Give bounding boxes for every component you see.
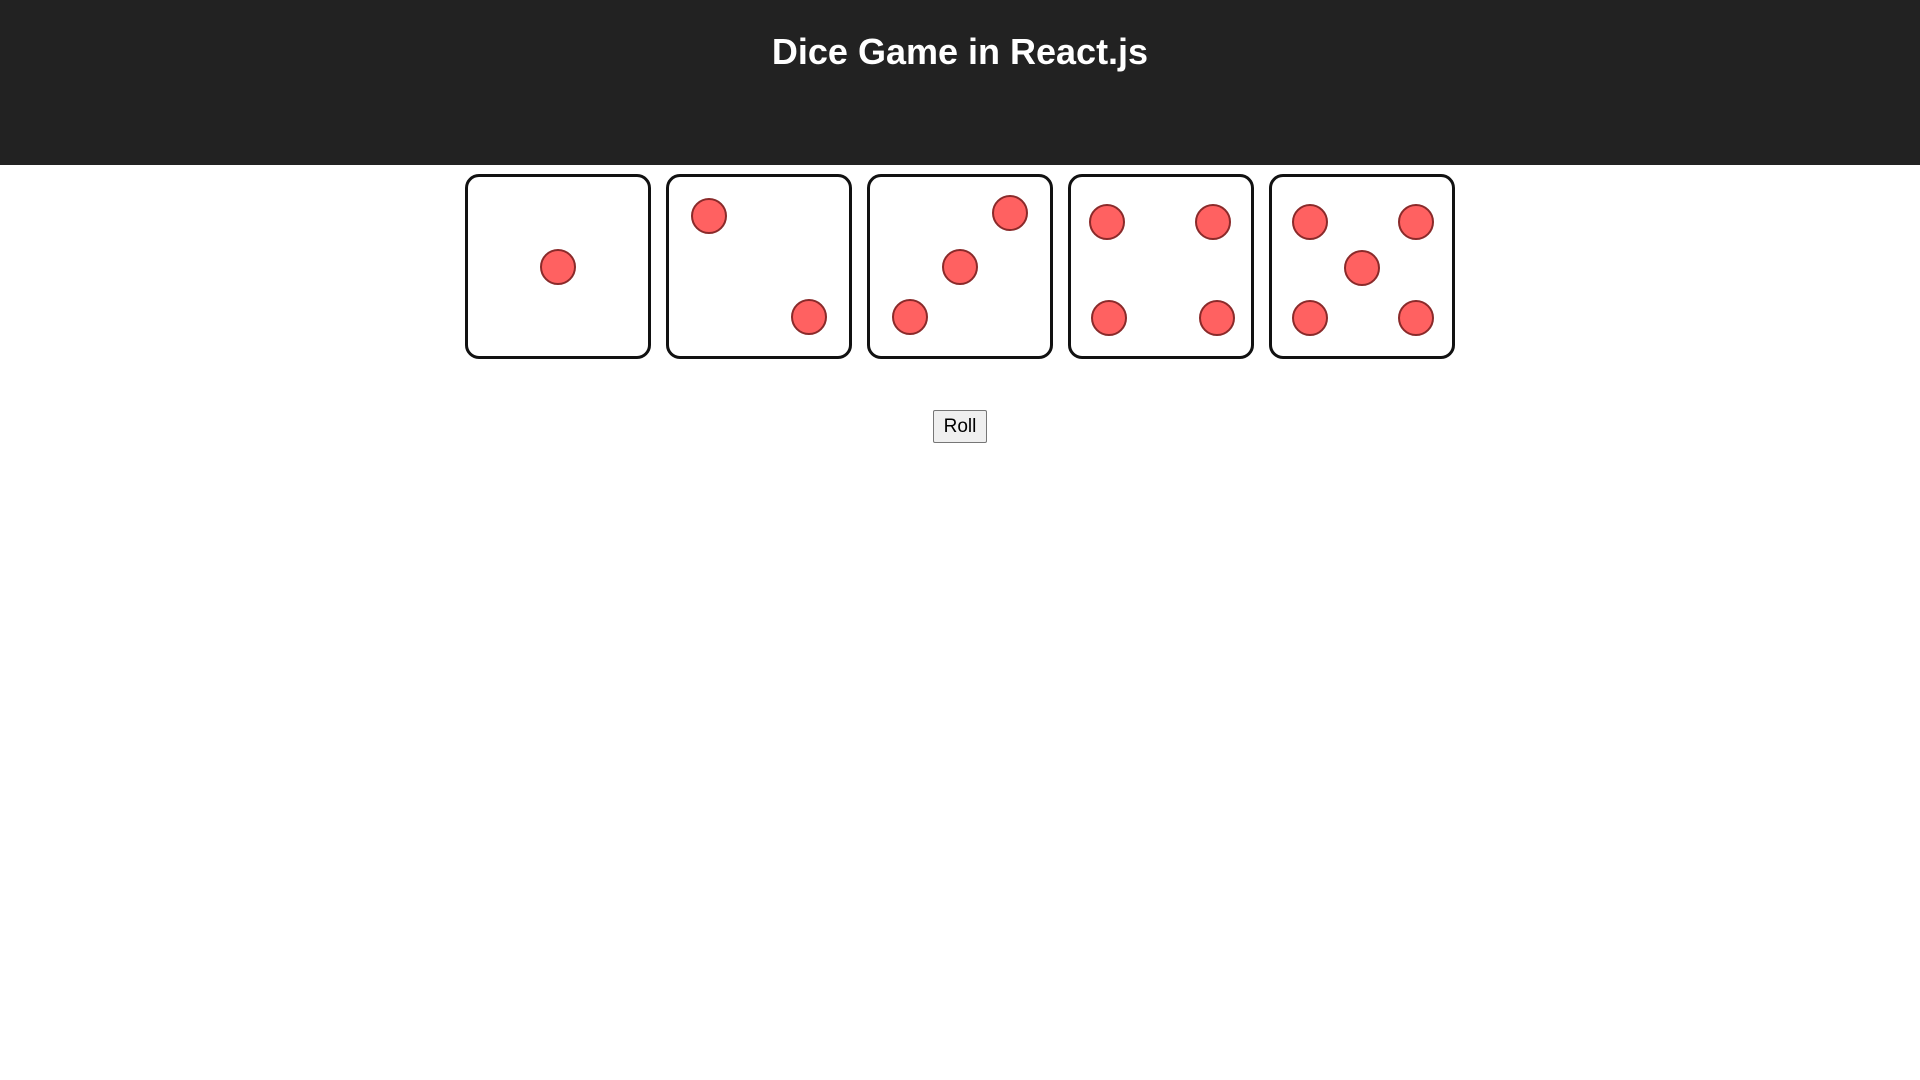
die-3: [867, 174, 1053, 359]
pip-dot: [1398, 203, 1434, 240]
die-2: [666, 174, 852, 359]
pip-dot: [1344, 250, 1380, 287]
pip-dot: [791, 298, 828, 335]
die-4: [1068, 174, 1254, 359]
game-area: Roll: [0, 174, 1920, 443]
pip-dot: [690, 198, 727, 235]
roll-area: Roll: [0, 410, 1920, 443]
die-1: [465, 174, 651, 359]
die-5: [1269, 174, 1455, 359]
pip-dot: [1089, 203, 1125, 240]
pip-dot: [1195, 203, 1232, 240]
pip-dot: [891, 298, 928, 335]
roll-button[interactable]: Roll: [932, 410, 988, 443]
pip-dot: [1291, 203, 1328, 240]
dice-row: [0, 174, 1920, 359]
pip-dot: [1198, 300, 1235, 337]
pip-dot: [942, 248, 978, 285]
pip-dot: [1090, 300, 1127, 337]
pip-dot: [992, 194, 1029, 231]
page-title: Dice Game in React.js: [771, 31, 1149, 72]
pip-dot: [1291, 300, 1328, 337]
pip-dot: [540, 248, 576, 285]
pip-dot: [1398, 300, 1434, 337]
app-header: Dice Game in React.js: [0, 0, 1920, 165]
